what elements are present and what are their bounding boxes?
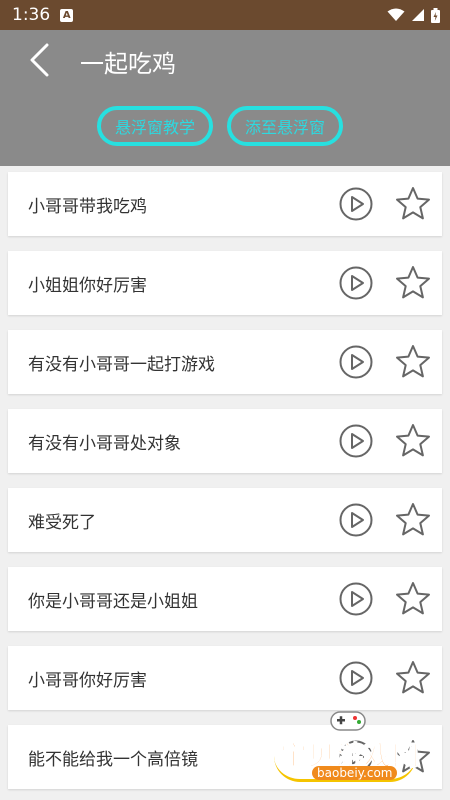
play-button[interactable] [338,581,374,617]
favorite-button[interactable] [394,659,432,697]
list-item-text: 能不能给我一个高倍镜 [28,749,198,770]
play-button[interactable] [338,344,374,380]
status-bar: 1:36 A [0,0,450,30]
battery-icon [431,7,440,23]
list-item-text: 难受死了 [28,512,96,533]
chevron-left-icon [30,43,49,77]
list-item[interactable]: 有没有小哥哥处对象 [8,409,442,473]
favorite-button[interactable] [394,185,432,223]
favorite-button[interactable] [394,580,432,618]
list-item[interactable]: 小姐姐你好厉害 [8,251,442,315]
star-outline-icon [396,424,430,457]
status-time: 1:36 [12,5,51,25]
app-header: 一起吃鸡 悬浮窗教学 添至悬浮窗 [0,30,450,166]
play-button[interactable] [338,502,374,538]
favorite-button[interactable] [394,501,432,539]
voice-list: 小哥哥带我吃鸡 小姐姐你好厉害 有没有小哥哥一起打游戏 有没有小哥哥处对象 难受… [0,166,450,789]
notification-icon: A [60,8,74,22]
status-right [387,7,440,23]
list-item-text: 小姐姐你好厉害 [28,275,147,296]
watermark: 宝贝游戏网 baobeiy.com [272,706,422,786]
star-outline-icon [396,661,430,694]
add-to-floating-window-button[interactable]: 添至悬浮窗 [227,106,343,146]
list-item-text: 有没有小哥哥一起打游戏 [28,354,215,375]
play-circle-icon [339,345,373,379]
favorite-button[interactable] [394,264,432,302]
list-item-text: 小哥哥带我吃鸡 [28,196,147,217]
play-button[interactable] [338,423,374,459]
list-item[interactable]: 有没有小哥哥一起打游戏 [8,330,442,394]
page-title: 一起吃鸡 [80,50,176,78]
status-left: 1:36 A [12,5,74,25]
play-button[interactable] [338,660,374,696]
list-item-text: 小哥哥你好厉害 [28,670,147,691]
play-circle-icon [339,661,373,695]
play-button[interactable] [338,186,374,222]
list-item[interactable]: 小哥哥你好厉害 [8,646,442,710]
play-circle-icon [339,187,373,221]
favorite-button[interactable] [394,343,432,381]
play-button[interactable] [338,265,374,301]
star-outline-icon [396,266,430,299]
favorite-button[interactable] [394,422,432,460]
list-item-text: 你是小哥哥还是小姐姐 [28,591,198,612]
list-item[interactable]: 难受死了 [8,488,442,552]
gamepad-icon [330,711,366,731]
back-button[interactable] [22,42,58,78]
play-circle-icon [339,424,373,458]
watermark-url: baobeiy.com [312,766,398,780]
play-circle-icon [339,503,373,537]
list-item[interactable]: 你是小哥哥还是小姐姐 [8,567,442,631]
star-outline-icon [396,503,430,536]
list-item-text: 有没有小哥哥处对象 [28,433,181,454]
star-outline-icon [396,187,430,220]
signal-icon [412,9,424,21]
star-outline-icon [396,345,430,378]
play-circle-icon [339,266,373,300]
wifi-icon [387,8,405,21]
list-item[interactable]: 小哥哥带我吃鸡 [8,172,442,236]
star-outline-icon [396,582,430,615]
play-circle-icon [339,582,373,616]
floating-window-tutorial-button[interactable]: 悬浮窗教学 [97,106,213,146]
